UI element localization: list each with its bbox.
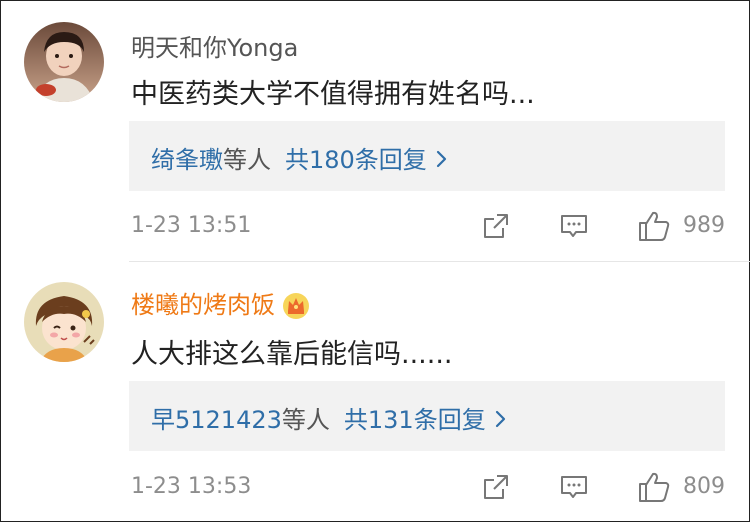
comment-divider — [129, 261, 750, 262]
comment-text: 中医药类大学不值得拥有姓名吗... — [131, 79, 535, 110]
share-icon[interactable] — [481, 472, 511, 502]
reply-suffix: 等人 — [281, 406, 330, 434]
comment-text: 人大排这么靠后能信吗...... — [131, 339, 453, 370]
reply-preview-line: 早5121423等人 共131条回复 — [151, 400, 508, 435]
comment-icon[interactable] — [559, 472, 589, 502]
like-icon[interactable] — [637, 470, 671, 504]
reply-count[interactable]: 共180条回复 — [285, 146, 427, 174]
like-count: 989 — [683, 213, 725, 238]
comment-timestamp: 1-23 13:51 — [131, 213, 252, 238]
share-icon[interactable] — [481, 211, 511, 241]
comment-username[interactable]: 明天和你Yonga — [131, 28, 298, 63]
avatar[interactable] — [24, 22, 104, 102]
reply-preview[interactable]: 早5121423等人 共131条回复 — [129, 381, 725, 451]
reply-count[interactable]: 共131条回复 — [344, 406, 486, 434]
comment-icon[interactable] — [559, 211, 589, 241]
avatar[interactable] — [24, 282, 104, 362]
chevron-right-icon — [494, 407, 508, 435]
reply-names[interactable]: 绮夆璷 — [151, 146, 223, 174]
comment-username[interactable]: 楼曦的烤肉饭 — [131, 285, 311, 321]
vip-crown-icon — [281, 291, 311, 321]
reply-suffix: 等人 — [223, 146, 271, 174]
username-text[interactable]: 楼曦的烤肉饭 — [131, 291, 275, 319]
reply-preview-line: 绮夆璷等人 共180条回复 — [151, 140, 449, 175]
reply-preview[interactable]: 绮夆璷等人 共180条回复 — [129, 121, 725, 191]
like-count: 809 — [683, 474, 725, 499]
like-icon[interactable] — [637, 209, 671, 243]
comment-timestamp: 1-23 13:53 — [131, 474, 252, 499]
reply-names[interactable]: 早5121423 — [151, 406, 282, 434]
chevron-right-icon — [435, 147, 449, 175]
